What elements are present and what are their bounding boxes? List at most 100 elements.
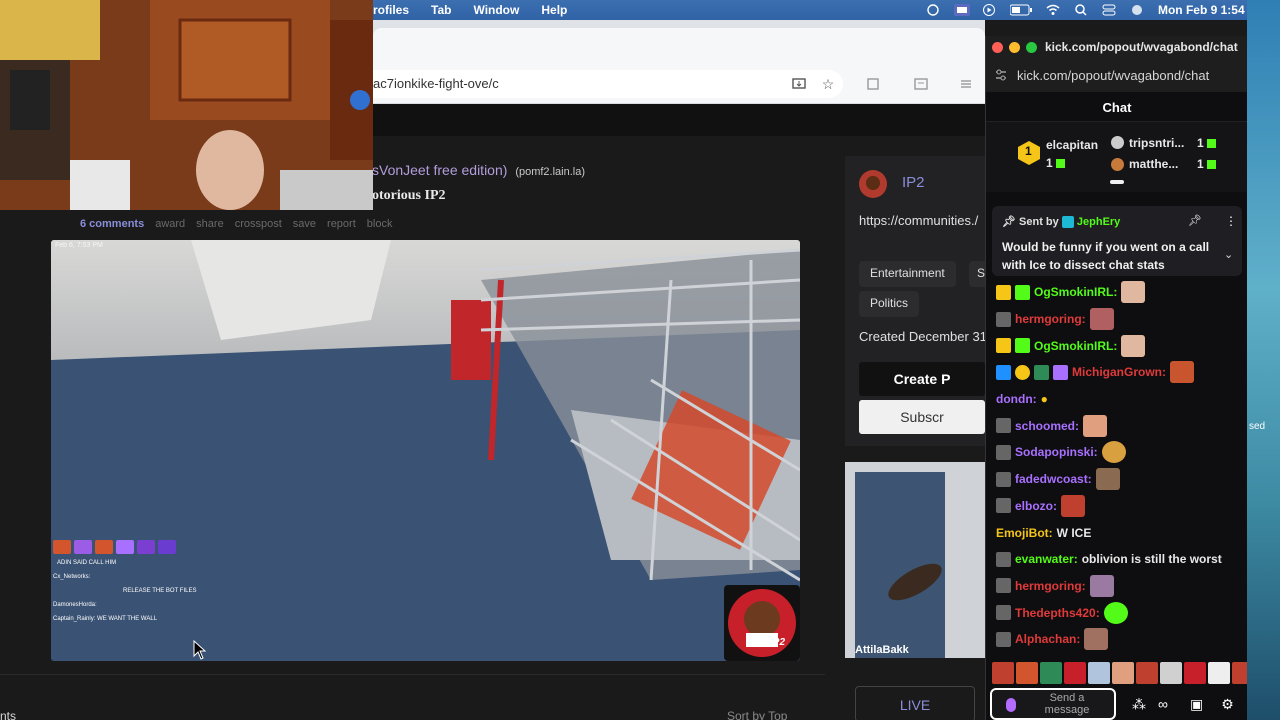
chat-message[interactable]: evanwater: oblivion is still the worst <box>996 546 1246 573</box>
save-link[interactable]: save <box>293 218 316 230</box>
zoom-window-button[interactable] <box>1026 42 1037 53</box>
chat-message[interactable]: dondn: ● <box>996 386 1246 413</box>
chat-username[interactable]: fadedwcoast: <box>1015 472 1092 486</box>
ip2-logo: IP2 <box>724 585 800 661</box>
emote-image <box>1089 308 1114 331</box>
quick-emote[interactable] <box>1088 662 1110 684</box>
leader-1-count: 1 <box>1046 156 1065 170</box>
community-name[interactable]: IP2 <box>902 174 925 191</box>
close-window-button[interactable] <box>992 42 1003 53</box>
create-post-button[interactable]: Create P <box>859 362 985 396</box>
award-link[interactable]: award <box>155 218 185 230</box>
chat-message[interactable]: Alphachan: <box>996 626 1246 653</box>
chat-username[interactable]: EmojiBot: <box>996 526 1053 540</box>
control-toggles-icon[interactable] <box>1102 4 1116 16</box>
post-video[interactable]: Feb 6, 7:53 PM ADIN SAID CALL HIM Cx_Net… <box>51 240 800 661</box>
battery-icon[interactable] <box>1009 4 1032 16</box>
infinity-icon[interactable]: ∞ <box>1158 696 1168 713</box>
pinned-user[interactable]: JephEry <box>1077 216 1120 228</box>
block-link[interactable]: block <box>367 218 393 230</box>
wifi-icon[interactable] <box>1046 4 1060 16</box>
chat-username[interactable]: elbozo: <box>1015 499 1057 513</box>
sort-dropdown[interactable]: Sort by Top <box>727 709 787 720</box>
more-options-icon[interactable]: ⋮ <box>1225 214 1237 228</box>
site-settings-icon[interactable] <box>994 68 1008 82</box>
chat-username[interactable]: hermgoring: <box>1015 579 1086 593</box>
chat-username[interactable]: evanwater: <box>1015 552 1078 566</box>
subscribe-button[interactable]: Subscr <box>859 400 985 434</box>
chat-message[interactable]: OgSmokinIRL: <box>996 279 1246 306</box>
menu-window[interactable]: Window <box>473 3 519 17</box>
quick-emote[interactable] <box>1184 662 1206 684</box>
tag-entertainment[interactable]: Entertainment <box>859 261 956 287</box>
quick-emote[interactable] <box>1064 662 1086 684</box>
control-center-icon[interactable] <box>926 4 940 16</box>
quick-emote[interactable] <box>1112 662 1134 684</box>
chat-message[interactable]: Sodapopinski: <box>996 439 1246 466</box>
microphone-icon[interactable] <box>1006 698 1016 712</box>
tag-politics[interactable]: Politics <box>859 291 920 317</box>
chat-username[interactable]: Alphachan: <box>1015 632 1080 646</box>
chat-message[interactable]: schoomed: <box>996 412 1246 439</box>
settings-gear-icon[interactable]: ⚙ <box>1221 696 1234 713</box>
minimize-window-button[interactable] <box>1009 42 1020 53</box>
unpin-icon[interactable]: 📌︎ <box>1188 214 1202 227</box>
chat-username[interactable]: MichiganGrown: <box>1072 365 1166 379</box>
chat-username[interactable]: dondn: <box>996 392 1037 406</box>
chat-message[interactable]: hermgoring: <box>996 306 1246 333</box>
menu-tab[interactable]: Tab <box>431 3 451 17</box>
chat-username[interactable]: OgSmokinIRL: <box>1034 285 1117 299</box>
send-message-input[interactable]: Send a message <box>990 688 1116 720</box>
spotlight-search-icon[interactable] <box>1074 4 1088 16</box>
menu-icon[interactable] <box>958 76 974 92</box>
play-icon[interactable] <box>982 4 996 16</box>
chat-username[interactable]: OgSmokinIRL: <box>1034 339 1117 353</box>
community-avatar[interactable] <box>859 170 887 198</box>
chat-message[interactable]: fadedwcoast: <box>996 466 1246 493</box>
leaderboard-collapse-handle[interactable] <box>1110 180 1124 184</box>
post-title[interactable]: sVonJeet free edition) <box>372 162 507 178</box>
comments-link[interactable]: 6 comments <box>80 218 144 230</box>
apps-icon[interactable]: ⁂ <box>1132 696 1146 713</box>
address-bar[interactable]: ac7ionkike-fight-ove/c <box>373 70 843 98</box>
chevron-down-icon[interactable]: ⌄ <box>1224 248 1233 261</box>
chat-message[interactable]: OgSmokinIRL: <box>996 332 1246 359</box>
chat-username[interactable]: hermgoring: <box>1015 312 1086 326</box>
chat-message[interactable]: MichiganGrown: <box>996 359 1246 386</box>
quick-emote[interactable] <box>1208 662 1230 684</box>
community-link[interactable]: https://communities./ <box>859 211 985 231</box>
reading-list-icon[interactable] <box>913 76 929 92</box>
quick-emote[interactable] <box>1136 662 1158 684</box>
quick-emote[interactable] <box>1232 662 1247 684</box>
leader-3-user[interactable]: matthe... <box>1129 157 1178 171</box>
screen-share-icon[interactable] <box>953 4 970 16</box>
gift-icon[interactable]: ▣ <box>1190 696 1203 713</box>
chat-username[interactable]: Thedepths420: <box>1015 606 1100 620</box>
report-link[interactable]: report <box>327 218 356 230</box>
quick-emote[interactable] <box>992 662 1014 684</box>
menu-profiles[interactable]: rofiles <box>373 3 409 17</box>
chat-username[interactable]: schoomed: <box>1015 419 1079 433</box>
chat-message[interactable]: elbozo: <box>996 493 1246 520</box>
live-button[interactable]: LIVE <box>855 686 975 720</box>
menu-help[interactable]: Help <box>541 3 567 17</box>
quick-emote[interactable] <box>1016 662 1038 684</box>
quick-emote[interactable] <box>1160 662 1182 684</box>
extensions-icon[interactable] <box>865 76 881 92</box>
chat-username[interactable]: Sodapopinski: <box>1015 445 1098 459</box>
chat-message[interactable]: Thedepths420: <box>996 599 1246 626</box>
chat-url-bar[interactable]: kick.com/popout/wvagabond/chat <box>986 58 1247 92</box>
share-link[interactable]: share <box>196 218 224 230</box>
quick-emote[interactable] <box>1040 662 1062 684</box>
siri-icon[interactable] <box>1130 4 1144 16</box>
leader-2-user[interactable]: tripsntri... <box>1129 136 1184 150</box>
leader-1-user[interactable]: elcapitan <box>1046 138 1098 152</box>
browser-active-tab[interactable] <box>373 28 985 64</box>
install-icon[interactable] <box>791 76 807 92</box>
crosspost-link[interactable]: crosspost <box>235 218 282 230</box>
post-domain[interactable]: (pomf2.lain.la) <box>515 166 585 178</box>
bookmark-star-icon[interactable]: ☆ <box>820 76 836 92</box>
chat-message[interactable]: EmojiBot: W ICE <box>996 519 1246 546</box>
video-timestamp: Feb 6, 7:53 PM <box>55 242 103 249</box>
chat-message[interactable]: hermgoring: <box>996 573 1246 600</box>
